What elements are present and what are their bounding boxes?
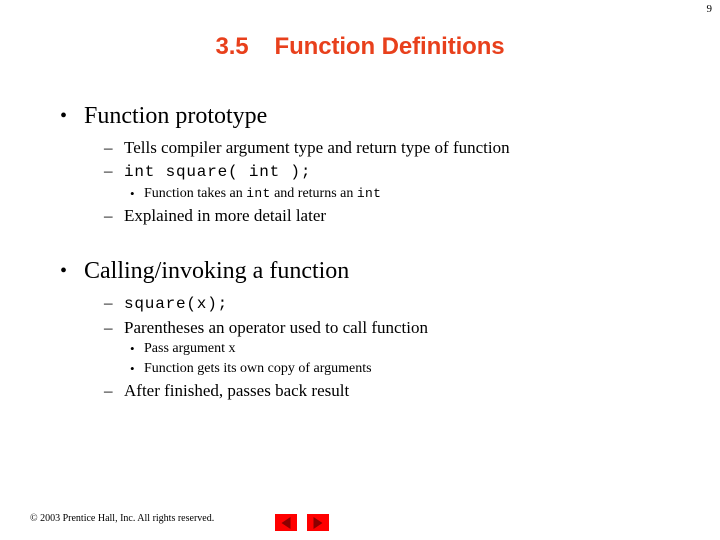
bullet-glyph-level2: –: [104, 161, 113, 180]
bullet-glyph-level1: •: [60, 260, 68, 282]
bullet-level3-label: Pass argument x: [144, 341, 236, 356]
code-square-x: square(x);: [124, 295, 229, 313]
bullet-level2-tells-compiler: – Tells compiler argument type and retur…: [104, 136, 720, 159]
bullet-glyph-level2: –: [104, 318, 113, 337]
slide-body: • Function prototype – Tells compiler ar…: [0, 100, 720, 402]
bullet-level3-pass-argument: • Pass argument x: [128, 339, 720, 359]
bullet-level2-explained-later: – Explained in more detail later: [104, 204, 720, 227]
page-number: 9: [706, 3, 713, 15]
title-heading-text: Function Definitions: [274, 33, 505, 60]
title-section-number: 3.5: [215, 33, 249, 60]
text-fragment: Function takes an: [144, 186, 247, 201]
bullet-glyph-level2: –: [104, 381, 113, 400]
text-fragment: and returns an: [270, 186, 357, 201]
bullet-level2-label: Explained in more detail later: [124, 206, 327, 225]
inline-code-int: int: [246, 186, 271, 201]
triangle-left-icon: [281, 516, 291, 529]
bullet-glyph-level3: •: [130, 186, 135, 201]
code-int-square-int: int square( int );: [124, 163, 312, 181]
next-slide-button[interactable]: [307, 514, 329, 531]
previous-slide-button[interactable]: [275, 514, 297, 531]
bullet-level1-label: Calling/invoking a function: [84, 258, 350, 284]
slide: 9 3.5 Function Definitions • Function pro…: [0, 0, 720, 540]
bullet-level1-calling-invoking: • Calling/invoking a function: [56, 255, 720, 287]
bullet-glyph-level2: –: [104, 293, 113, 312]
bullet-glyph-level1: •: [60, 105, 68, 127]
bullet-level2-label: After finished, passes back result: [124, 381, 350, 400]
bullet-level2-prototype-code: – int square( int );: [104, 159, 720, 184]
bullet-level3-own-copy: • Function gets its own copy of argument…: [128, 359, 720, 379]
slide-footer: © 2003 Prentice Hall, Inc. All rights re…: [0, 500, 720, 540]
bullet-glyph-level3: •: [130, 341, 135, 356]
bullet-level3-function-takes-int: • Function takes an int and returns an i…: [128, 184, 720, 204]
bullet-glyph-level2: –: [104, 138, 113, 157]
navigation-buttons: [275, 514, 345, 534]
slide-title: 3.5 Function Definitions: [0, 33, 720, 61]
bullet-level2-square-call-code: – square(x);: [104, 291, 720, 316]
bullet-glyph-level2: –: [104, 206, 113, 225]
inline-code-int: int: [356, 186, 382, 201]
bullet-level3-label: Function gets its own copy of arguments: [144, 361, 372, 376]
bullet-level2-passes-back-result: – After finished, passes back result: [104, 379, 720, 402]
bullet-level2-label: Parentheses an operator used to call fun…: [124, 318, 429, 337]
bullet-level3-label: Function takes an int and returns an int: [144, 186, 381, 201]
bullet-level2-parentheses-operator: – Parentheses an operator used to call f…: [104, 316, 720, 339]
bullet-level2-label: Tells compiler argument type and return …: [124, 138, 510, 157]
bullet-level1-label: Function prototype: [84, 103, 268, 129]
copyright-notice: © 2003 Prentice Hall, Inc. All rights re…: [30, 513, 215, 524]
triangle-right-icon: [313, 516, 323, 529]
bullet-level1-function-prototype: • Function prototype: [56, 100, 720, 132]
bullet-glyph-level3: •: [130, 361, 135, 376]
